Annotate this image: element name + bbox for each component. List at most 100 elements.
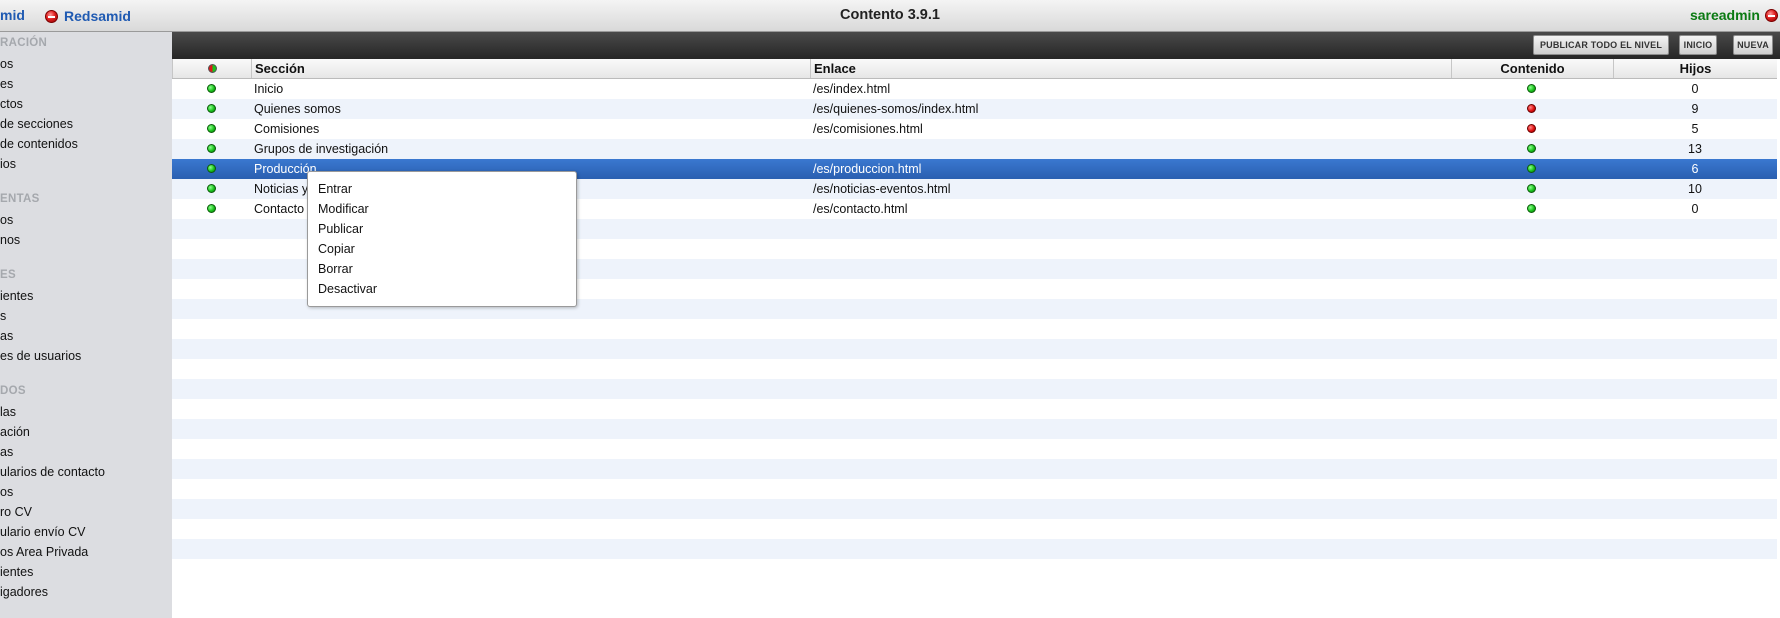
empty-row	[172, 339, 1777, 359]
menu-item-enter[interactable]: Entrar	[318, 182, 352, 196]
menu-item-modify[interactable]: Modificar	[318, 202, 369, 216]
status-dot-icon[interactable]	[207, 124, 216, 133]
status-dot-icon[interactable]	[207, 84, 216, 93]
header-content[interactable]: Contenido	[1451, 59, 1613, 78]
status-dot-icon[interactable]	[207, 104, 216, 113]
cell-link[interactable]: /es/comisiones.html	[813, 119, 923, 139]
menu-item-copy[interactable]: Copiar	[318, 242, 355, 256]
header-link[interactable]: Enlace	[810, 59, 1451, 78]
content-status-icon[interactable]	[1527, 204, 1536, 213]
cell-children: 0	[1691, 202, 1699, 216]
sidebar-section-tools: ENTAS	[0, 193, 40, 205]
empty-row	[172, 319, 1777, 339]
empty-row	[172, 379, 1777, 399]
sidebar-item[interactable]: as	[0, 329, 13, 343]
sidebar-item[interactable]: s	[0, 309, 6, 323]
sidebar-item[interactable]: ctos	[0, 97, 23, 111]
empty-row	[172, 399, 1777, 419]
sidebar-item[interactable]: ro CV	[0, 505, 32, 519]
status-dot-icon[interactable]	[207, 164, 216, 173]
sidebar-item[interactable]: ación	[0, 425, 30, 439]
top-bar: mid Redsamid Contento 3.9.1 sareadmin	[0, 0, 1780, 32]
cell-children: 9	[1691, 102, 1699, 116]
sidebar-item[interactable]: de secciones	[0, 117, 73, 131]
cell-link[interactable]: /es/quienes-somos/index.html	[813, 99, 978, 119]
sidebar-item[interactable]: ulario envío CV	[0, 525, 85, 539]
sidebar-item[interactable]: de contenidos	[0, 137, 78, 151]
sidebar-item[interactable]: os	[0, 213, 13, 227]
toolbar: PUBLICAR TODO EL NIVEL INICIO NUEVA	[172, 32, 1780, 59]
sidebar-item[interactable]: os	[0, 485, 13, 499]
new-button[interactable]: NUEVA	[1733, 35, 1773, 55]
cell-children: 5	[1691, 122, 1699, 136]
user-area: sareadmin	[1690, 7, 1778, 23]
logout-icon[interactable]	[1765, 8, 1778, 22]
cell-children: 13	[1688, 142, 1702, 156]
menu-item-publish[interactable]: Publicar	[318, 222, 363, 236]
sidebar-item[interactable]: os	[0, 57, 13, 71]
cell-link[interactable]: /es/noticias-eventos.html	[813, 179, 951, 199]
content-status-icon[interactable]	[1527, 184, 1536, 193]
cell-section[interactable]: Comisiones	[254, 119, 319, 139]
menu-item-deactivate[interactable]: Desactivar	[318, 282, 377, 296]
empty-row	[172, 559, 1777, 579]
status-legend-icon	[208, 64, 217, 73]
app-title: Contento 3.9.1	[840, 7, 940, 23]
sections-table: Sección Enlace Contenido Hijos Inicio/es…	[172, 59, 1777, 579]
cell-section[interactable]: Contacto	[254, 199, 304, 219]
content-status-icon[interactable]	[1527, 124, 1536, 133]
content-status-icon[interactable]	[1527, 144, 1536, 153]
table-row[interactable]: Comisiones/es/comisiones.html 5	[172, 119, 1777, 139]
sidebar-item[interactable]: igadores	[0, 585, 48, 599]
empty-row	[172, 539, 1777, 559]
cell-link[interactable]: /es/contacto.html	[813, 199, 908, 219]
status-dot-icon[interactable]	[207, 144, 216, 153]
table-row[interactable]: Grupos de investigación 13	[172, 139, 1777, 159]
cell-children: 10	[1688, 182, 1702, 196]
cell-link[interactable]: /es/produccion.html	[813, 159, 921, 179]
header-status[interactable]	[172, 59, 251, 78]
cell-section[interactable]: Inicio	[254, 79, 283, 99]
cell-section[interactable]: Noticias y	[254, 179, 308, 199]
header-children[interactable]: Hijos	[1613, 59, 1777, 78]
table-header: Sección Enlace Contenido Hijos	[172, 59, 1777, 79]
sidebar-item[interactable]: ios	[0, 157, 16, 171]
content-status-icon[interactable]	[1527, 84, 1536, 93]
empty-row	[172, 419, 1777, 439]
sidebar: RACIÓN os es ctos de secciones de conten…	[0, 32, 172, 618]
cell-children: 0	[1691, 82, 1699, 96]
sidebar-item[interactable]: es	[0, 77, 13, 91]
empty-row	[172, 439, 1777, 459]
home-button[interactable]: INICIO	[1679, 35, 1717, 55]
cell-section[interactable]: Grupos de investigación	[254, 139, 388, 159]
status-dot-icon[interactable]	[207, 204, 216, 213]
sidebar-section-clients: ES	[0, 269, 16, 281]
context-menu: Entrar Modificar Publicar Copiar Borrar …	[307, 171, 577, 307]
empty-row	[172, 459, 1777, 479]
sidebar-item[interactable]: os Area Privada	[0, 545, 88, 559]
table-row[interactable]: Inicio/es/index.html 0	[172, 79, 1777, 99]
header-section[interactable]: Sección	[251, 59, 810, 78]
sidebar-item[interactable]: es de usuarios	[0, 349, 81, 363]
content-status-icon[interactable]	[1527, 164, 1536, 173]
user-name[interactable]: sareadmin	[1690, 7, 1760, 23]
sidebar-item[interactable]: ientes	[0, 565, 33, 579]
cell-children: 6	[1691, 162, 1699, 176]
empty-row	[172, 359, 1777, 379]
sidebar-item[interactable]: as	[0, 445, 13, 459]
sidebar-section-administration: RACIÓN	[0, 37, 48, 49]
empty-row	[172, 499, 1777, 519]
cell-link[interactable]: /es/index.html	[813, 79, 890, 99]
menu-item-delete[interactable]: Borrar	[318, 262, 353, 276]
cell-section[interactable]: Quienes somos	[254, 99, 341, 119]
status-dot-icon[interactable]	[207, 184, 216, 193]
sidebar-item[interactable]: nos	[0, 233, 20, 247]
sidebar-item[interactable]: ularios de contacto	[0, 465, 105, 479]
publish-all-button[interactable]: PUBLICAR TODO EL NIVEL	[1533, 35, 1669, 55]
sidebar-item[interactable]: ientes	[0, 289, 33, 303]
table-row[interactable]: Quienes somos/es/quienes-somos/index.htm…	[172, 99, 1777, 119]
content-status-icon[interactable]	[1527, 104, 1536, 113]
empty-row	[172, 519, 1777, 539]
sidebar-item[interactable]: las	[0, 405, 16, 419]
sidebar-section-modules: DOS	[0, 385, 26, 397]
